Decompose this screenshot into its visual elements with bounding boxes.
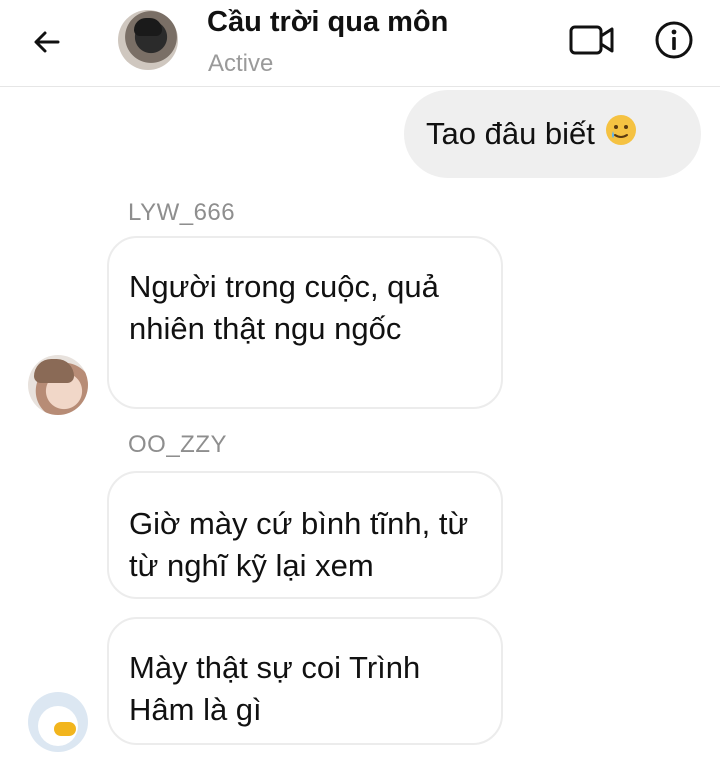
- info-button[interactable]: [652, 18, 696, 62]
- sender-avatar[interactable]: [28, 355, 88, 415]
- active-status: Active: [208, 50, 274, 77]
- chat-title[interactable]: Cầu trời qua môn: [207, 6, 448, 39]
- sender-avatar[interactable]: [28, 692, 88, 752]
- back-button[interactable]: [22, 20, 72, 64]
- video-camera-icon: [569, 25, 614, 55]
- message-bubble-incoming[interactable]: Mày thật sự coi Trình Hâm là gì: [107, 617, 503, 745]
- sender-name: OO_ZZY: [128, 431, 228, 458]
- contact-avatar[interactable]: [118, 10, 178, 70]
- smiling-face-with-tear-icon: [604, 113, 638, 158]
- info-icon: [655, 21, 693, 59]
- sender-name: LYW_666: [128, 199, 236, 226]
- arrow-left-icon: [34, 31, 60, 53]
- chat-header: Cầu trời qua môn Active: [0, 0, 720, 87]
- message-bubble-incoming[interactable]: Người trong cuộc, quả nhiên thật ngu ngố…: [107, 236, 503, 409]
- video-call-button[interactable]: [567, 20, 617, 60]
- message-text: Tao đâu biết: [426, 116, 595, 151]
- message-bubble-incoming[interactable]: Giờ mày cứ bình tĩnh, từ từ nghĩ kỹ lại …: [107, 471, 503, 599]
- message-bubble-outgoing[interactable]: Tao đâu biết: [404, 90, 701, 178]
